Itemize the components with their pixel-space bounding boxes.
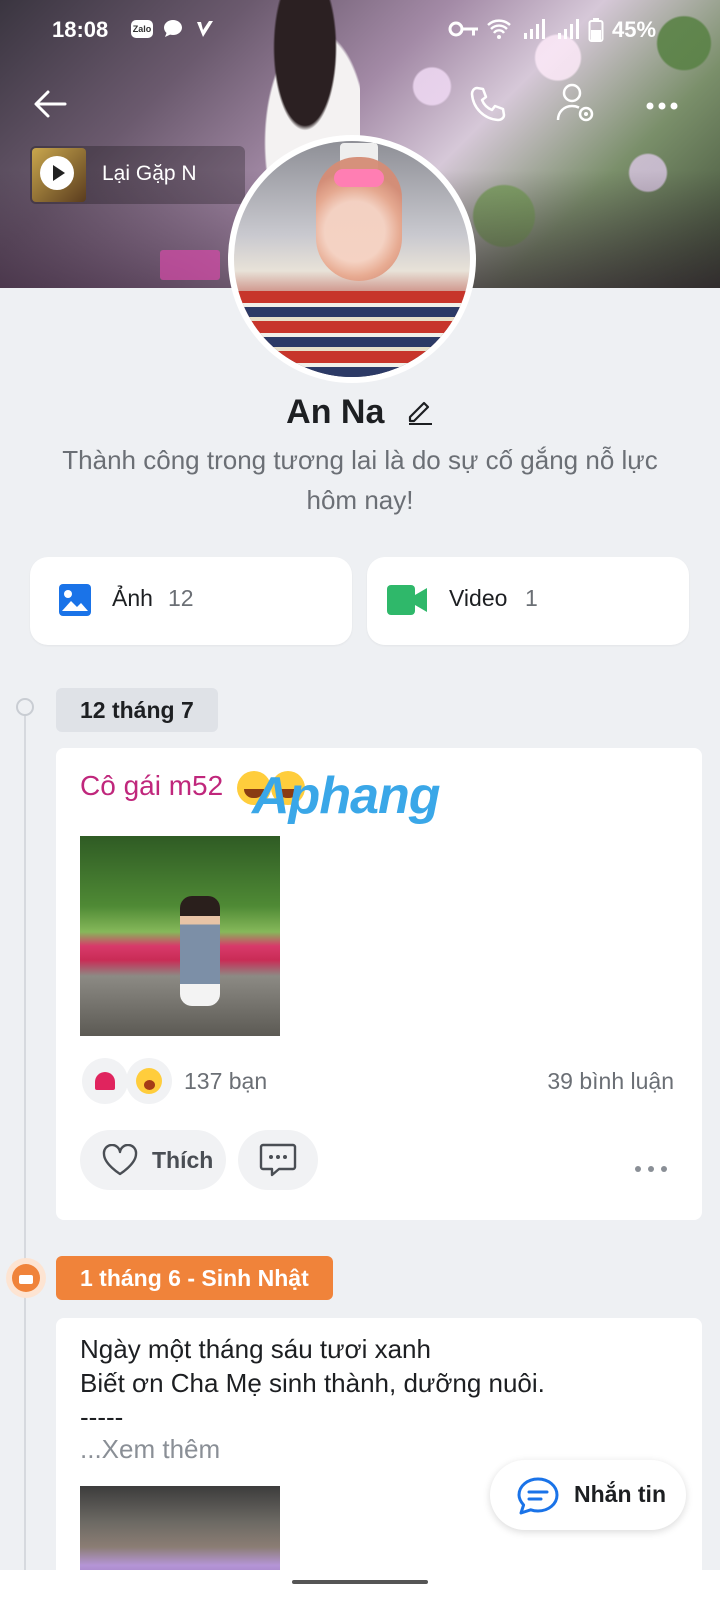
photos-count: 12: [168, 585, 194, 611]
like-button[interactable]: Thích: [80, 1130, 226, 1190]
photos-tile[interactable]: Ảnh 12: [30, 557, 352, 645]
check-notification-icon: [194, 18, 216, 40]
status-time: 18:08: [52, 17, 109, 42]
battery-level: 45%: [612, 17, 657, 42]
wifi-icon: [486, 18, 512, 40]
more-horizontal-icon: [635, 1166, 667, 1172]
zalo-notification-icon: Zalo: [131, 20, 153, 38]
post-caption-text: Cô gái m52: [80, 770, 224, 801]
post-more-button[interactable]: [634, 1148, 668, 1180]
back-button[interactable]: [32, 86, 68, 127]
post-line: Biết ơn Cha Mẹ sinh thành, dưỡng nuôi.: [80, 1368, 545, 1398]
system-nav-bar: [0, 1570, 720, 1600]
arrow-left-icon: [34, 90, 67, 118]
music-title: Lại Gặp N: [102, 162, 197, 185]
call-button[interactable]: [468, 84, 508, 129]
post-line: Ngày một tháng sáu tươi xanh: [80, 1334, 431, 1364]
chat-bubble-icon: [517, 1477, 559, 1515]
timeline-dot: [16, 698, 34, 716]
profile-name-row: An Na: [0, 393, 720, 434]
avatar-books: [234, 291, 470, 377]
status-bar: 18:08 Zalo 45%: [0, 0, 720, 60]
laugh-reaction-icon: [126, 1058, 172, 1104]
play-icon[interactable]: [40, 156, 74, 190]
avatar-image: [234, 141, 470, 377]
birthday-cake-icon: [6, 1258, 46, 1298]
post-card[interactable]: Cô gái m52 Aphang 137 bạn 39 bình luận T…: [56, 748, 702, 1220]
birthday-date-label: 1 tháng 6 - Sinh Nhật: [56, 1256, 333, 1300]
home-gesture-handle[interactable]: [292, 1580, 428, 1584]
see-more-link[interactable]: ...Xem thêm: [80, 1434, 220, 1465]
timeline-line: [24, 706, 26, 1586]
like-label: Thích: [152, 1147, 214, 1173]
cover-light: [160, 250, 220, 280]
signal-1-icon: [522, 18, 546, 40]
message-button[interactable]: Nhắn tin: [490, 1460, 686, 1530]
more-options-button[interactable]: [646, 98, 678, 116]
videos-tile[interactable]: Video 1: [367, 557, 689, 645]
vpn-key-icon: [448, 18, 480, 40]
post-body: Ngày một tháng sáu tươi xanh Biết ơn Cha…: [80, 1332, 545, 1434]
message-notification-icon: [162, 18, 184, 40]
battery-icon: [588, 18, 604, 42]
videos-count: 1: [525, 585, 538, 611]
profile-music-chip[interactable]: Lại Gặp N: [30, 146, 245, 204]
comment-count[interactable]: 39 bình luận: [547, 1068, 674, 1095]
avatar-bow: [334, 169, 384, 187]
post-line: -----: [80, 1402, 124, 1432]
phone-icon: [470, 86, 506, 122]
signal-2-icon: [556, 18, 580, 40]
photos-label: Ảnh: [112, 585, 153, 611]
reaction-count[interactable]: 137 bạn: [184, 1068, 267, 1095]
comment-button[interactable]: [238, 1130, 318, 1190]
more-horizontal-icon: [646, 102, 678, 110]
user-settings-icon: [556, 83, 594, 122]
photo-icon: [59, 584, 91, 616]
post-photo[interactable]: [80, 836, 280, 1036]
pencil-icon: [408, 401, 432, 425]
heart-icon: [102, 1144, 138, 1176]
watermark-text: Aphang: [252, 767, 441, 825]
profile-settings-button[interactable]: [556, 82, 596, 129]
post-card[interactable]: Ngày một tháng sáu tươi xanh Biết ơn Cha…: [56, 1318, 702, 1600]
comment-icon: [259, 1143, 297, 1177]
videos-label: Video: [449, 585, 508, 611]
video-icon: [387, 585, 427, 615]
watermark: Aphang: [252, 766, 441, 826]
date-label: 12 tháng 7: [56, 688, 218, 732]
profile-bio: Thành công trong tương lai là do sự cố g…: [62, 445, 658, 515]
post-photo-subject: [180, 896, 220, 1006]
profile-name: An Na: [286, 393, 385, 431]
avatar[interactable]: [228, 135, 476, 383]
heart-reaction-icon: [82, 1058, 128, 1104]
message-label: Nhắn tin: [574, 1481, 666, 1507]
edit-name-button[interactable]: [406, 395, 434, 434]
